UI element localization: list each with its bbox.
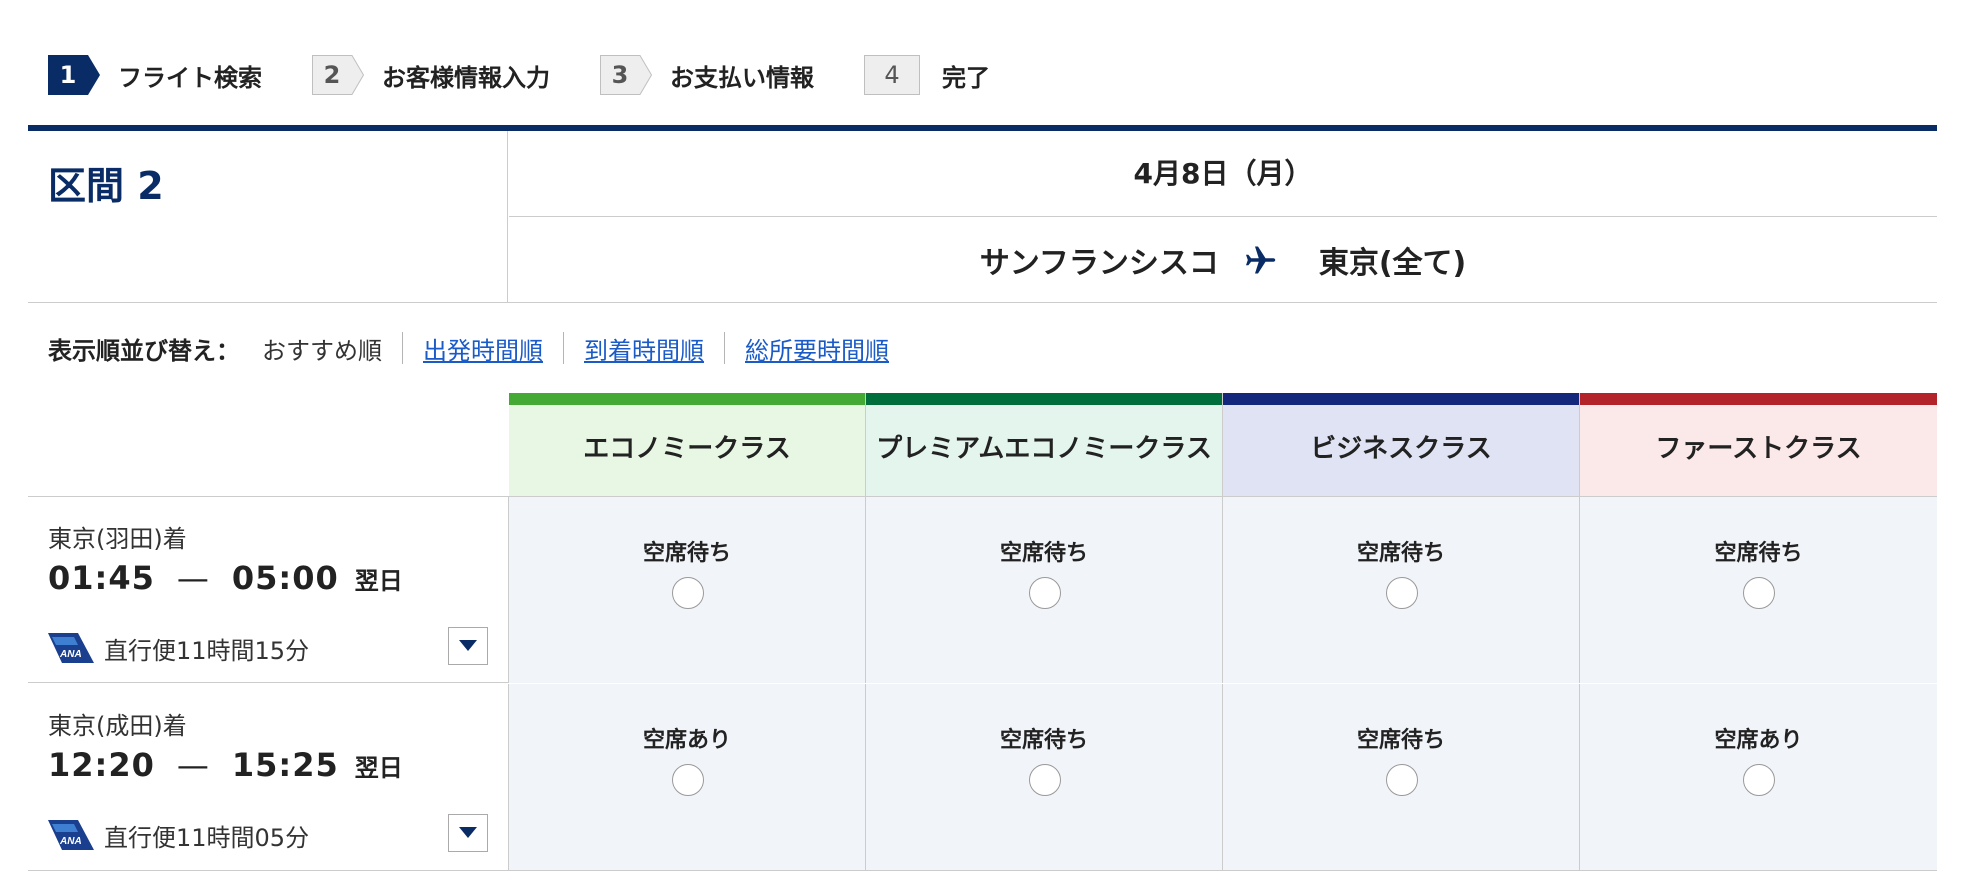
seat-status: 空席待ち	[999, 728, 1088, 753]
step-badge-active: 1	[48, 55, 100, 95]
fare-option-first[interactable]: 空席待ち	[1580, 497, 1937, 683]
flight-times: 12:20 — 15:25 翌日	[48, 746, 403, 784]
class-name: プレミアムエコノミークラス	[866, 405, 1222, 496]
fare-radio[interactable]	[1743, 764, 1775, 796]
fare-radio[interactable]	[1386, 764, 1418, 796]
class-premium-economy: プレミアムエコノミークラス	[866, 393, 1223, 496]
fare-option-business[interactable]: 空席待ち	[1223, 684, 1580, 870]
arrival-time: 05:00	[231, 559, 339, 597]
ana-logo-icon: ANA	[48, 820, 94, 850]
sort-divider	[402, 332, 403, 364]
sort-by-arrival-link[interactable]: 到着時間順	[584, 331, 704, 366]
segment-summary: 4月8日（月） サンフランシスコ 東京(全て)	[509, 131, 1937, 302]
fare-option-economy[interactable]: 空席待ち	[509, 497, 866, 683]
fare-option-business[interactable]: 空席待ち	[1223, 497, 1580, 683]
airplane-icon	[1243, 242, 1279, 278]
flight-row: 東京(羽田)着 01:45 — 05:00 翌日 ANA 直行便11時間15分 空席待…	[28, 496, 1937, 683]
seat-status: 空席あり	[642, 728, 731, 753]
fare-radio[interactable]	[672, 764, 704, 796]
chevron-down-icon	[459, 827, 477, 838]
step-payment-info: 3 お支払い情報	[600, 55, 814, 95]
step-flight-search: 1 フライト検索	[48, 55, 262, 95]
flight-info: 東京(成田)着 12:20 — 15:25 翌日 ANA 直行便11時間05分	[28, 684, 509, 870]
class-economy: エコノミークラス	[509, 393, 866, 496]
step-label: フライト検索	[118, 63, 262, 92]
flight-date: 4月8日（月）	[509, 131, 1937, 217]
svg-text:ANA: ANA	[59, 836, 82, 847]
sort-by-duration-link[interactable]: 総所要時間順	[745, 331, 889, 366]
sort-by-departure-link[interactable]: 出発時間順	[423, 331, 543, 366]
flight-duration: 直行便11時間15分	[104, 637, 310, 665]
fare-radio[interactable]	[1386, 577, 1418, 609]
class-name: ビジネスクラス	[1223, 405, 1579, 496]
seat-status: 空席待ち	[642, 541, 731, 566]
class-name: エコノミークラス	[509, 405, 865, 496]
step-customer-info: 2 お客様情報入力	[312, 55, 550, 95]
chevron-down-icon	[459, 640, 477, 651]
time-separator: —	[176, 746, 210, 784]
sort-bar: 表示順並び替え： おすすめ順 出発時間順 到着時間順 総所要時間順	[48, 330, 889, 366]
step-number: 3	[611, 61, 629, 89]
departure-time: 12:20	[48, 746, 155, 784]
class-color-bar	[866, 393, 1222, 405]
fare-option-premium-economy[interactable]: 空席待ち	[866, 497, 1223, 683]
arrival-airport: 東京(成田)着	[48, 712, 187, 740]
fare-options: 空席あり 空席待ち 空席待ち 空席あり	[509, 684, 1937, 870]
seat-status: 空席待ち	[1356, 728, 1445, 753]
next-day-label: 翌日	[354, 567, 403, 595]
flight-times: 01:45 — 05:00 翌日	[48, 559, 403, 597]
flight-info: 東京(羽田)着 01:45 — 05:00 翌日 ANA 直行便11時間15分	[28, 497, 509, 683]
fare-radio[interactable]	[1029, 577, 1061, 609]
step-badge: 2	[312, 55, 364, 95]
fare-options: 空席待ち 空席待ち 空席待ち 空席待ち	[509, 497, 1937, 683]
route-origin: サンフランシスコ	[979, 245, 1219, 281]
next-day-label: 翌日	[354, 754, 403, 782]
cabin-class-header: エコノミークラス プレミアムエコノミークラス ビジネスクラス ファーストクラス	[509, 393, 1937, 496]
flight-duration: 直行便11時間05分	[104, 824, 310, 852]
step-label: 完了	[942, 63, 990, 92]
fare-option-first[interactable]: 空席あり	[1580, 684, 1937, 870]
step-number: 2	[323, 61, 341, 89]
fare-radio[interactable]	[1743, 577, 1775, 609]
sort-label: 表示順並び替え：	[48, 336, 240, 365]
seat-status: 空席あり	[1714, 728, 1803, 753]
step-number: 1	[59, 61, 77, 89]
class-color-bar	[1223, 393, 1579, 405]
sort-divider	[563, 332, 564, 364]
route: サンフランシスコ 東京(全て)	[509, 217, 1937, 302]
fare-radio[interactable]	[1029, 764, 1061, 796]
svg-text:ANA: ANA	[59, 649, 82, 660]
class-name: ファーストクラス	[1580, 405, 1937, 496]
fare-option-premium-economy[interactable]: 空席待ち	[866, 684, 1223, 870]
departure-time: 01:45	[48, 559, 155, 597]
segment-title: 区間 2	[48, 164, 164, 208]
step-label: お客様情報入力	[382, 63, 550, 92]
route-destination: 東京(全て)	[1318, 245, 1467, 281]
step-complete: 4 完了	[864, 55, 990, 95]
fare-radio[interactable]	[672, 577, 704, 609]
arrival-airport: 東京(羽田)着	[48, 525, 187, 553]
flight-row: 東京(成田)着 12:20 — 15:25 翌日 ANA 直行便11時間05分 空席あ…	[28, 684, 1937, 871]
ana-logo-icon: ANA	[48, 633, 94, 663]
expand-details-button[interactable]	[448, 814, 488, 852]
class-business: ビジネスクラス	[1223, 393, 1580, 496]
seat-status: 空席待ち	[1714, 541, 1803, 566]
class-color-bar	[509, 393, 865, 405]
seat-status: 空席待ち	[999, 541, 1088, 566]
progress-steps: 1 フライト検索 2 お客様情報入力 3 お支払い情報 4 完了	[48, 55, 1040, 95]
step-label: お支払い情報	[670, 63, 814, 92]
sort-current: おすすめ順	[262, 336, 382, 365]
expand-details-button[interactable]	[448, 627, 488, 665]
step-badge: 3	[600, 55, 652, 95]
class-color-bar	[1580, 393, 1937, 405]
segment-title-cell: 区間 2	[28, 131, 508, 302]
step-number: 4	[864, 55, 920, 95]
time-separator: —	[176, 559, 210, 597]
segment-header: 区間 2 4月8日（月） サンフランシスコ 東京(全て)	[28, 131, 1937, 303]
seat-status: 空席待ち	[1356, 541, 1445, 566]
sort-divider	[724, 332, 725, 364]
fare-option-economy[interactable]: 空席あり	[509, 684, 866, 870]
class-first: ファーストクラス	[1580, 393, 1937, 496]
arrival-time: 15:25	[231, 746, 339, 784]
